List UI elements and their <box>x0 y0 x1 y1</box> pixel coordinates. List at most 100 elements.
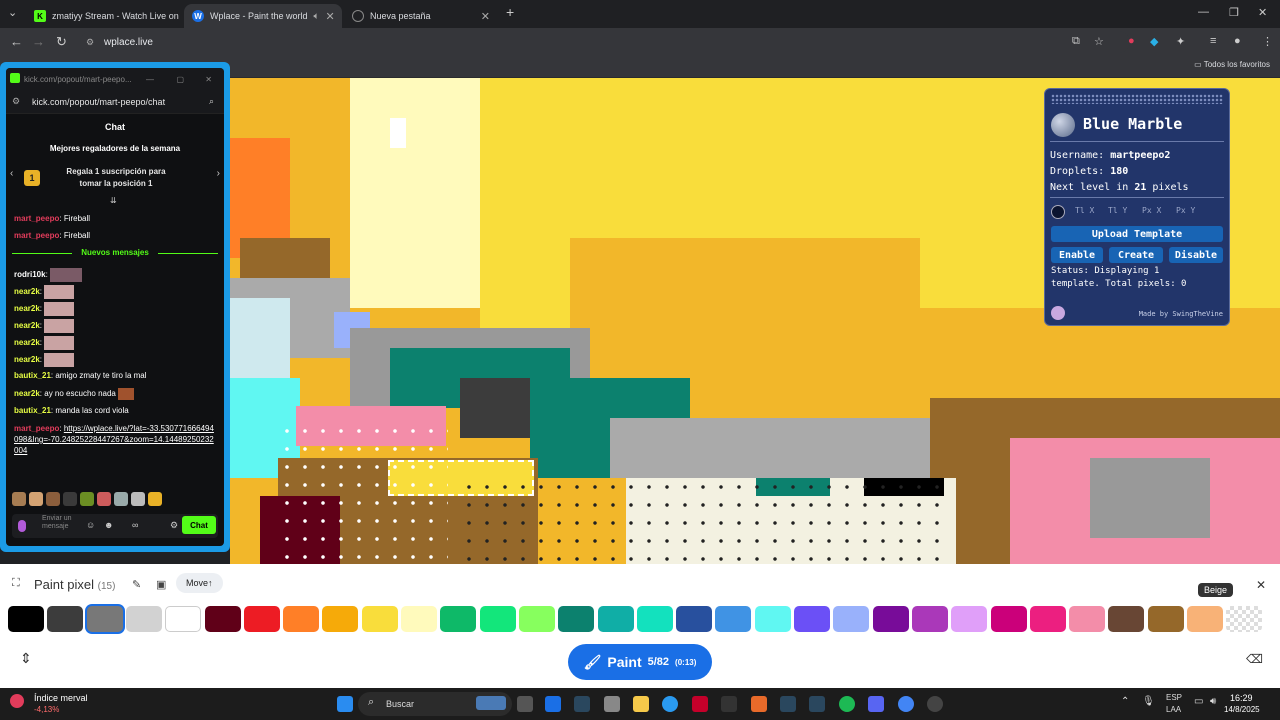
collapse-icon[interactable]: ⇊ <box>110 196 117 205</box>
tab-kick[interactable]: K zmatiyy Stream - Watch Live on ✕ <box>26 4 182 28</box>
chevron-right-icon[interactable]: › <box>217 168 220 179</box>
color-swatch[interactable] <box>911 606 948 632</box>
color-swatch[interactable] <box>243 606 280 632</box>
menu-icon[interactable]: ⋮ <box>1262 35 1273 48</box>
color-swatch[interactable] <box>479 606 516 632</box>
infinity-icon[interactable]: ∞ <box>132 520 138 530</box>
move-button[interactable]: Move ↑ <box>176 573 223 593</box>
settings-icon[interactable]: ⚙ <box>170 520 178 531</box>
color-swatch[interactable] <box>951 606 988 632</box>
file-explorer-icon[interactable] <box>633 696 649 712</box>
extension-icon[interactable]: ● <box>1128 35 1135 47</box>
close-window-icon[interactable]: ✕ <box>1258 6 1267 19</box>
tab-wplace[interactable]: W Wplace - Paint the world 🔈︎ ✕ <box>184 4 342 28</box>
emote-icon[interactable] <box>148 492 162 506</box>
close-icon[interactable]: ✕ <box>1256 578 1266 592</box>
chat-username[interactable]: mart_peepo <box>14 424 59 433</box>
collapse-icon[interactable]: ⛶ <box>12 577 20 590</box>
emote-icon[interactable] <box>12 492 26 506</box>
mic-icon[interactable]: 🎙︎ <box>1142 696 1155 707</box>
maximize-icon[interactable]: ❐ <box>1229 6 1239 19</box>
transparent-swatch[interactable] <box>1226 606 1263 632</box>
minimize-icon[interactable]: — <box>1198 6 1209 18</box>
eraser-tool-icon[interactable]: ⌫ <box>1246 652 1263 666</box>
steam-icon[interactable] <box>780 696 796 712</box>
pin-icon[interactable] <box>1051 205 1065 219</box>
forward-icon[interactable]: → <box>32 34 45 49</box>
emote-icon[interactable] <box>63 492 77 506</box>
color-swatch[interactable] <box>676 606 713 632</box>
emote-icon[interactable] <box>46 492 60 506</box>
discord-icon[interactable] <box>868 696 884 712</box>
color-swatch[interactable] <box>754 606 791 632</box>
chat-username[interactable]: near2k <box>14 355 40 364</box>
pencil-icon[interactable]: ✎ <box>132 578 141 591</box>
emote-picker-icon[interactable]: ☺ <box>86 520 95 530</box>
tile-y-field[interactable]: Tl Y <box>1108 206 1127 215</box>
extension-icon[interactable]: ◆ <box>1150 35 1158 48</box>
color-swatch[interactable] <box>125 606 162 632</box>
emote-icon[interactable] <box>80 492 94 506</box>
tile-x-field[interactable]: Tl X <box>1075 206 1094 215</box>
create-button[interactable]: Create <box>1109 247 1163 263</box>
tab-new[interactable]: Nueva pestaña ✕ <box>344 4 498 28</box>
bookmark-star-icon[interactable]: ☆ <box>1094 35 1104 48</box>
color-swatch[interactable] <box>990 606 1027 632</box>
color-swatch[interactable] <box>86 606 123 632</box>
emote-icon[interactable] <box>97 492 111 506</box>
globe-icon[interactable] <box>1051 113 1075 137</box>
close-icon[interactable]: ✕ <box>326 10 335 23</box>
mic-icon[interactable] <box>18 520 26 532</box>
color-swatch[interactable] <box>1108 606 1145 632</box>
pixel-x-field[interactable]: Px X <box>1142 206 1161 215</box>
color-swatch[interactable] <box>715 606 752 632</box>
color-swatch[interactable] <box>833 606 870 632</box>
color-swatch[interactable] <box>204 606 241 632</box>
chat-username[interactable]: near2k <box>14 321 40 330</box>
color-swatch[interactable] <box>597 606 634 632</box>
disable-button[interactable]: Disable <box>1169 247 1223 263</box>
color-swatch[interactable] <box>8 606 44 632</box>
expand-icon[interactable]: ⇕ <box>20 650 32 667</box>
color-swatch[interactable] <box>558 606 595 632</box>
emote-icon[interactable] <box>29 492 43 506</box>
color-swatch[interactable] <box>872 606 909 632</box>
upload-template-button[interactable]: Upload Template <box>1051 226 1223 242</box>
search-icon[interactable]: ⌕ <box>209 96 214 107</box>
stock-icon[interactable] <box>10 694 24 708</box>
color-swatch[interactable] <box>361 606 398 632</box>
profile-icon[interactable]: ● <box>1234 35 1241 47</box>
close-icon[interactable]: ✕ <box>481 10 490 23</box>
eraser-icon[interactable]: ▣ <box>156 578 166 591</box>
site-settings-icon[interactable]: ⚙ <box>12 96 20 107</box>
tab-search-icon[interactable]: ⌄ <box>8 6 17 19</box>
epic-games-icon[interactable] <box>721 696 737 712</box>
task-view-icon[interactable] <box>517 696 533 712</box>
address-bar[interactable]: ⚙ wplace.live <box>80 31 1130 53</box>
color-swatch[interactable] <box>1069 606 1106 632</box>
close-icon[interactable]: ✕ <box>205 75 212 84</box>
chat-username[interactable]: near2k <box>14 304 40 313</box>
install-icon[interactable]: ⧉ <box>1072 35 1080 48</box>
enable-button[interactable]: Enable <box>1051 247 1103 263</box>
color-swatch[interactable] <box>401 606 437 632</box>
all-bookmarks[interactable]: ▭ Todos los favoritos <box>1194 60 1270 69</box>
color-swatch[interactable] <box>47 606 84 632</box>
extensions-puzzle-icon[interactable]: ✦ <box>1176 35 1185 48</box>
steam-icon[interactable] <box>809 696 825 712</box>
color-swatch[interactable] <box>636 606 673 632</box>
reload-icon[interactable]: ↻ <box>56 34 67 50</box>
pixel-y-field[interactable]: Px Y <box>1176 206 1195 215</box>
kick-url-bar[interactable]: ⚙ kick.com/popout/mart-peepo/chat ⌕ <box>6 90 224 114</box>
outlook-icon[interactable] <box>545 696 561 712</box>
settings-icon[interactable] <box>604 696 620 712</box>
app-icon[interactable] <box>927 696 943 712</box>
lang-primary[interactable]: ESP <box>1166 693 1182 702</box>
chevron-up-icon[interactable]: ⌃ <box>1121 696 1129 707</box>
spotify-icon[interactable] <box>839 696 855 712</box>
chat-username[interactable]: bautix_21 <box>14 371 51 380</box>
emote-icon[interactable] <box>131 492 145 506</box>
chrome-icon[interactable] <box>898 696 914 712</box>
edge-icon[interactable] <box>662 696 678 712</box>
widget-title[interactable]: Índice merval <box>34 693 88 703</box>
